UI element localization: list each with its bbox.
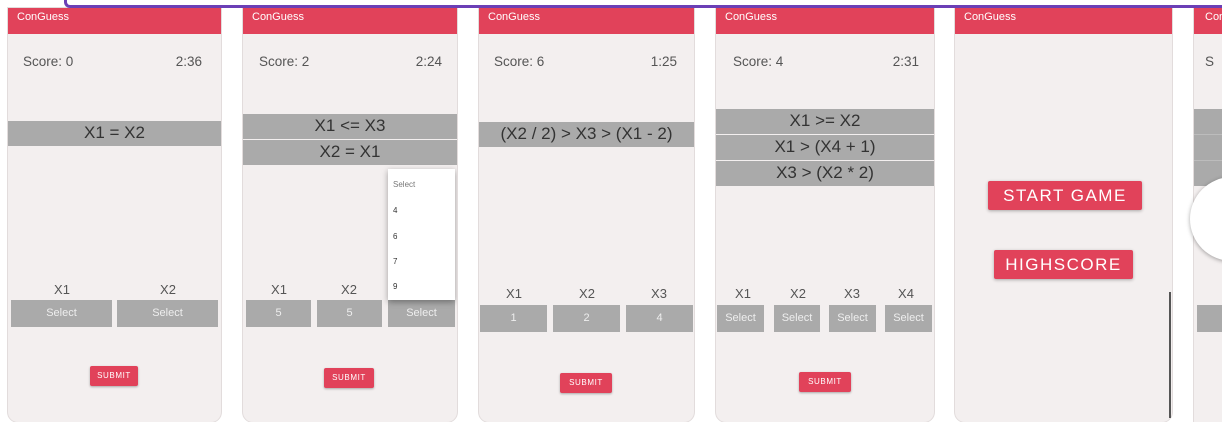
constraint-row: X1 > (X4 + 1) (716, 135, 934, 160)
game-screen-3: ConGuess Score: 6 1:25 (X2 / 2) > X3 > (… (479, 8, 694, 422)
var-label-x3: X3 (844, 286, 860, 301)
value-select-x2[interactable]: Select (774, 305, 820, 332)
var-label-x2: X2 (160, 282, 176, 297)
value-select-x2[interactable]: 2 (553, 305, 620, 332)
dropdown-option[interactable]: 9 (393, 282, 397, 291)
dropdown-option[interactable]: Select (393, 180, 415, 189)
window-frame (64, 0, 1222, 8)
var-label-x4: X4 (898, 286, 914, 301)
value-select-x3[interactable]: Select (829, 305, 876, 332)
var-label-x2: X2 (579, 286, 595, 301)
value-select-x2[interactable]: Select (117, 300, 218, 327)
divider (1194, 134, 1222, 135)
value-select[interactable] (1197, 305, 1222, 332)
app-bar: ConGuess (243, 8, 457, 34)
start-game-button[interactable]: START GAME (988, 181, 1142, 210)
app-bar: ConGuess (716, 8, 934, 34)
dropdown-option[interactable]: 6 (393, 232, 397, 241)
dropdown-option[interactable]: 7 (393, 257, 397, 266)
submit-button[interactable]: SUBMIT (560, 373, 612, 393)
submit-button[interactable]: SUBMIT (90, 366, 138, 386)
score-label: Score: 0 (23, 54, 74, 69)
app-bar: ConGuess (955, 8, 1172, 34)
app-bar: ConGuess (8, 8, 221, 34)
var-label-x1: X1 (506, 286, 522, 301)
timer-label: 1:25 (650, 54, 677, 69)
value-select-x1[interactable]: 1 (480, 305, 547, 332)
game-screen-4: ConGuess Score: 4 2:31 X1 >= X2 X1 > (X4… (716, 8, 934, 422)
var-label-x2: X2 (790, 286, 806, 301)
constraint-block (1194, 109, 1222, 186)
score-label: Score: 4 (733, 54, 784, 69)
constraint-row: X2 = X1 (243, 140, 457, 165)
timer-label: 2:31 (892, 54, 919, 69)
app-title: Con (1205, 11, 1222, 23)
submit-button[interactable]: SUBMIT (799, 372, 851, 392)
app-bar: Con (1194, 8, 1222, 34)
app-title: ConGuess (725, 11, 777, 23)
highscore-button[interactable]: HIGHSCORE (994, 250, 1133, 279)
var-label-x1: X1 (54, 282, 70, 297)
value-select-x1[interactable]: Select (717, 305, 764, 332)
value-select-x3[interactable]: Select (388, 300, 455, 327)
dropdown-option[interactable]: 4 (393, 206, 397, 215)
game-screen-1: ConGuess Score: 0 2:36 X1 = X2 X1 X2 Sel… (8, 8, 221, 422)
var-label-x2: X2 (341, 282, 357, 297)
value-select-x3[interactable]: 4 (626, 305, 693, 332)
submit-button[interactable]: SUBMIT (324, 368, 374, 388)
constraint-row: X1 = X2 (8, 121, 221, 146)
value-select-x2[interactable]: 5 (317, 300, 382, 327)
var-label-x3: X3 (651, 286, 667, 301)
divider (1194, 160, 1222, 161)
value-select-x1[interactable]: 5 (246, 300, 311, 327)
var-label-x1: X1 (735, 286, 751, 301)
var-label-x1: X1 (271, 282, 287, 297)
game-screen-2: ConGuess Score: 2 2:24 X1 <= X3 X2 = X1 … (243, 8, 457, 422)
score-label: S (1205, 54, 1215, 69)
value-dropdown-menu: Select 4 6 7 9 (388, 169, 455, 300)
constraint-row: X3 > (X2 * 2) (716, 161, 934, 186)
scroll-indicator (1169, 292, 1171, 418)
menu-screen: ConGuess START GAME HIGHSCORE (955, 8, 1172, 422)
app-title: ConGuess (17, 11, 69, 23)
timer-label: 2:24 (415, 54, 442, 69)
app-bar: ConGuess (479, 8, 694, 34)
value-select-x4[interactable]: Select (885, 305, 932, 332)
constraint-row: (X2 / 2) > X3 > (X1 - 2) (479, 122, 694, 147)
app-title: ConGuess (488, 11, 540, 23)
constraint-row: X1 <= X3 (243, 114, 457, 139)
constraint-row: X1 >= X2 (716, 109, 934, 134)
app-title: ConGuess (964, 11, 1016, 23)
score-label: Score: 2 (259, 54, 310, 69)
value-select-x1[interactable]: Select (11, 300, 112, 327)
app-title: ConGuess (252, 11, 304, 23)
timer-label: 2:36 (175, 54, 202, 69)
score-label: Score: 6 (494, 54, 545, 69)
